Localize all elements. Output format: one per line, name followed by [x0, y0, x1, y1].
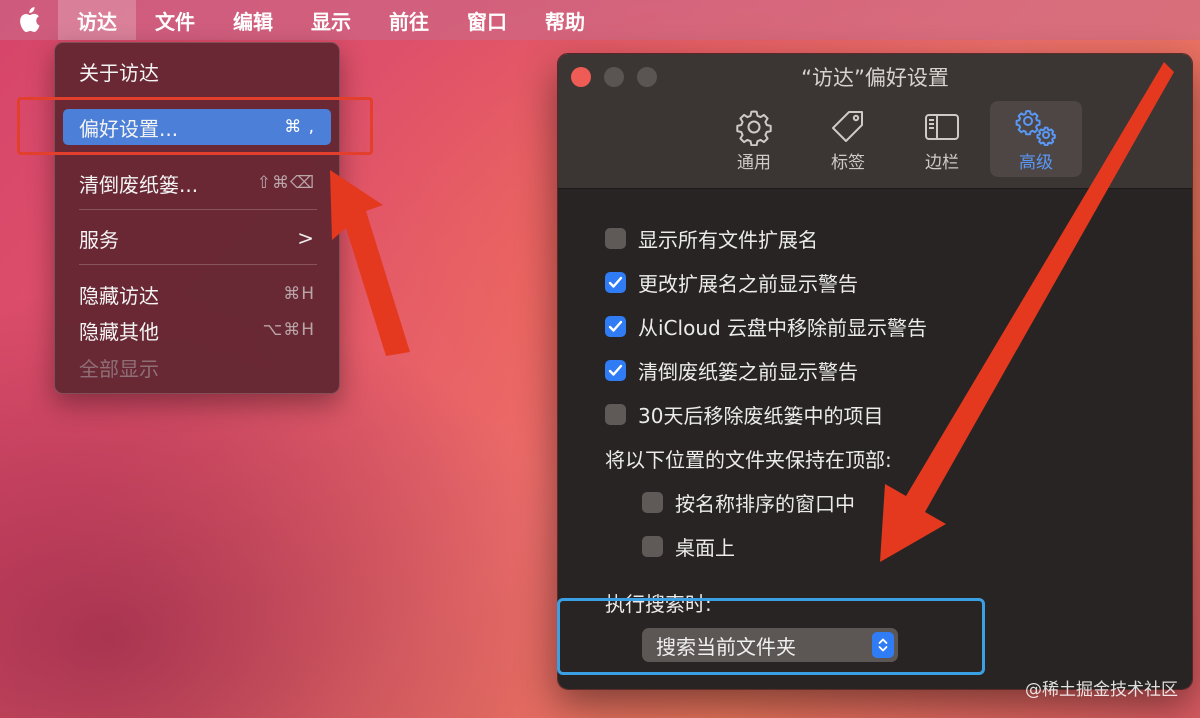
tab-label: 高级	[1019, 153, 1053, 173]
option-warn-before-icloud-remove[interactable]: 从iCloud 云盘中移除前显示警告	[605, 312, 927, 341]
option-label: 30天后移除废纸篓中的项目	[638, 404, 884, 428]
menu-bar: 访达 文件 编辑 显示 前往 窗口 帮助	[0, 0, 1200, 40]
option-label: 按名称排序的窗口中	[675, 492, 855, 516]
menu-item-label: 清倒废纸篓...	[79, 172, 199, 197]
option-remove-trash-after-30-days[interactable]: 30天后移除废纸篓中的项目	[605, 400, 883, 429]
tab-label: 标签	[831, 153, 865, 173]
preferences-tab-bar: 通用 标签 边栏 高级	[708, 101, 1082, 177]
checkbox-unchecked[interactable]	[605, 228, 626, 249]
checkmark-icon	[608, 364, 623, 376]
menu-item-hide-finder[interactable]: 隐藏访达 ⌘H	[63, 276, 331, 312]
menu-separator	[79, 209, 317, 210]
tab-advanced[interactable]: 高级	[990, 101, 1082, 177]
menu-separator	[79, 264, 317, 265]
finder-preferences-window: “访达”偏好设置 通用 标签 边栏 高级 显示所有文件扩展名 更改扩展名之前显示…	[557, 53, 1193, 690]
menu-item-label: 隐藏其他	[79, 319, 159, 344]
tab-general[interactable]: 通用	[708, 101, 800, 177]
tab-sidebar[interactable]: 边栏	[896, 101, 988, 177]
menu-item-label: 隐藏访达	[79, 283, 159, 308]
shortcut-label: ⌘H	[283, 284, 315, 304]
annotation-highlight-box	[17, 97, 373, 155]
checkbox-unchecked[interactable]	[642, 492, 663, 513]
menu-file[interactable]: 文件	[136, 0, 214, 40]
annotation-search-box	[557, 598, 985, 675]
shortcut-label: ⇧⌘⌫	[256, 173, 315, 193]
window-title: “访达”偏好设置	[801, 66, 949, 90]
option-label: 桌面上	[675, 536, 735, 560]
option-label: 更改扩展名之前显示警告	[638, 272, 858, 296]
menu-window[interactable]: 窗口	[448, 0, 526, 40]
checkmark-icon	[608, 320, 623, 332]
chevron-right-icon: >	[297, 226, 315, 250]
keep-folders-on-top-label: 将以下位置的文件夹保持在顶部:	[605, 448, 892, 472]
menu-view[interactable]: 显示	[292, 0, 370, 40]
tab-label: 边栏	[925, 153, 959, 173]
menu-item-empty-trash[interactable]: 清倒废纸篓... ⇧⌘⌫	[63, 165, 331, 201]
menu-item-label: 全部显示	[79, 356, 159, 381]
menu-item-label: 关于访达	[79, 60, 159, 85]
tab-label: 通用	[737, 153, 771, 173]
checkbox-unchecked[interactable]	[642, 536, 663, 557]
checkmark-icon	[608, 276, 623, 288]
option-label: 从iCloud 云盘中移除前显示警告	[638, 316, 928, 340]
menu-finder[interactable]: 访达	[58, 0, 136, 40]
option-show-extensions[interactable]: 显示所有文件扩展名	[605, 224, 818, 253]
apple-logo-icon[interactable]	[0, 0, 58, 40]
checkbox-checked[interactable]	[605, 272, 626, 293]
menu-item-hide-others[interactable]: 隐藏其他 ⌥⌘H	[63, 312, 331, 348]
option-label: 清倒废纸篓之前显示警告	[638, 360, 858, 384]
arrow-to-preferences	[330, 170, 410, 356]
checkbox-checked[interactable]	[605, 316, 626, 337]
menu-go[interactable]: 前往	[370, 0, 448, 40]
option-warn-before-changing-extension[interactable]: 更改扩展名之前显示警告	[605, 268, 858, 297]
finder-dropdown-menu: 关于访达 偏好设置... ⌘ , 清倒废纸篓... ⇧⌘⌫ 服务 > 隐藏访达 …	[54, 42, 340, 394]
checkbox-checked[interactable]	[605, 360, 626, 381]
menu-item-show-all: 全部显示	[63, 349, 331, 385]
menu-item-about[interactable]: 关于访达	[63, 53, 331, 89]
checkbox-unchecked[interactable]	[605, 404, 626, 425]
option-folders-top-on-desktop[interactable]: 桌面上	[642, 532, 735, 561]
option-warn-before-empty-trash[interactable]: 清倒废纸篓之前显示警告	[605, 356, 858, 385]
sidebar-icon	[925, 114, 959, 140]
window-toolbar: “访达”偏好设置 通用 标签 边栏 高级	[558, 54, 1192, 189]
menu-item-services[interactable]: 服务 >	[63, 220, 331, 256]
option-label: 显示所有文件扩展名	[638, 228, 818, 252]
option-folders-top-in-windows[interactable]: 按名称排序的窗口中	[642, 488, 855, 517]
menu-item-label: 服务	[79, 227, 119, 252]
gears-icon	[1015, 110, 1056, 146]
watermark-text: @稀土掘金技术社区	[1025, 680, 1178, 700]
tab-tags[interactable]: 标签	[802, 101, 894, 177]
menu-edit[interactable]: 编辑	[214, 0, 292, 40]
menu-help[interactable]: 帮助	[526, 0, 604, 40]
tag-icon	[832, 111, 863, 142]
gear-icon	[736, 110, 772, 146]
shortcut-label: ⌥⌘H	[262, 320, 315, 340]
